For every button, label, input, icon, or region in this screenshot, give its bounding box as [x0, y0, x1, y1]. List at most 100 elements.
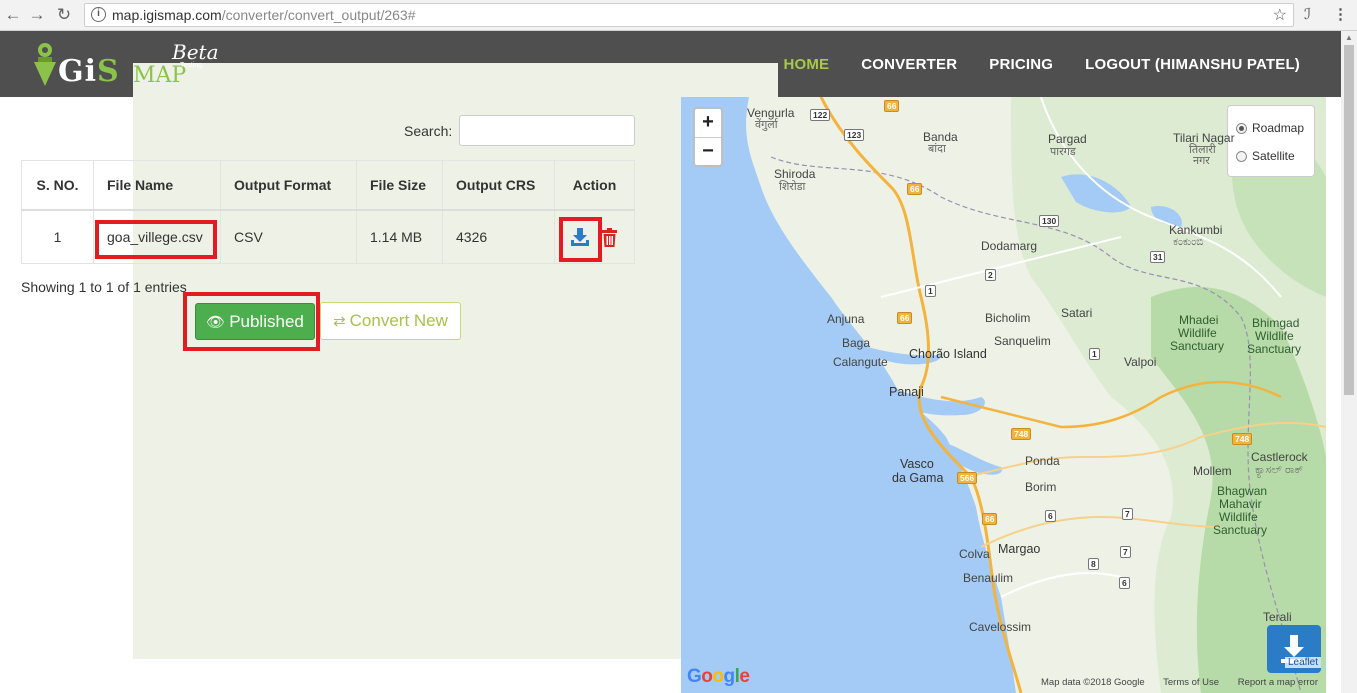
col-file-size[interactable]: File Size: [356, 160, 443, 211]
col-output-crs[interactable]: Output CRS: [442, 160, 555, 211]
road-shield: 8: [1088, 558, 1099, 570]
layer-roadmap[interactable]: Roadmap: [1236, 114, 1314, 142]
col-output-format[interactable]: Output Format: [220, 160, 357, 211]
road-shield: 748: [1011, 428, 1032, 440]
scroll-up-icon[interactable]: ▲: [1345, 33, 1353, 42]
convert-new-label: Convert New: [349, 311, 448, 330]
reload-icon[interactable]: ↻: [53, 4, 75, 26]
map-label: ಕಂಕುಂಬಿ: [1173, 236, 1204, 248]
radio-satellite[interactable]: [1236, 150, 1247, 162]
road-shield: 66: [897, 312, 913, 324]
radio-roadmap[interactable]: [1236, 122, 1247, 134]
igismap-logo[interactable]: GiS MAP Beta Testing: [30, 38, 778, 659]
map-label: वेंगुर्ला: [755, 119, 778, 131]
road-shield: 66: [884, 100, 900, 112]
map-label: Dodamarg: [981, 239, 1038, 253]
download-icon[interactable]: [569, 226, 591, 248]
col-sno[interactable]: S. NO.: [21, 160, 94, 211]
trash-icon[interactable]: [601, 228, 618, 247]
cell-sno: 1: [21, 209, 94, 264]
road-shield: 123: [844, 129, 865, 141]
map-label: Shiroda: [774, 167, 816, 181]
col-action: Action: [554, 160, 635, 211]
map-label: Ponda: [1025, 454, 1060, 468]
cell-crs: 4326: [442, 209, 555, 264]
map-label: Sanctuary: [1247, 342, 1302, 356]
entries-info: Showing 1 to 1 of 1 entries: [21, 279, 187, 295]
map-label: Sanctuary: [1170, 339, 1225, 353]
map-label: Pargad: [1048, 132, 1087, 146]
map-label: Satari: [1061, 306, 1093, 320]
nav-home[interactable]: HOME: [783, 56, 829, 73]
road-shield: 1: [925, 285, 936, 297]
cell-size: 1.14 MB: [356, 209, 443, 264]
layer-satellite[interactable]: Satellite: [1236, 142, 1314, 170]
scrollbar-thumb[interactable]: [1344, 45, 1354, 395]
google-logo[interactable]: Google: [687, 666, 750, 688]
nav-logout[interactable]: LOGOUT (HIMANSHU PATEL): [1085, 56, 1300, 73]
terms-link[interactable]: Terms of Use: [1163, 677, 1219, 688]
road-shield: 2: [985, 269, 996, 281]
logo-gis-text: GiS: [58, 54, 120, 89]
back-arrow-icon[interactable]: ←: [2, 4, 24, 26]
road-shield: 7: [1122, 508, 1133, 520]
road-shield: 130: [1039, 215, 1060, 227]
published-label: Published: [229, 311, 304, 331]
report-error-link[interactable]: Report a map error: [1238, 677, 1318, 688]
map-label: Calangute: [833, 355, 888, 369]
map-base: [681, 97, 1326, 693]
search-input[interactable]: [459, 115, 635, 146]
browser-toolbar: ← → ↻ i map.igismap.com/converter/conver…: [0, 0, 1357, 31]
search-label: Search:: [404, 123, 453, 139]
main-nav: HOME CONVERTER PRICING LOGOUT (HIMANSHU …: [751, 31, 1300, 97]
map-label: शिरोडा: [779, 181, 806, 193]
map-label: Panaji: [889, 385, 924, 399]
map-view[interactable]: + − Roadmap Satellite Vengurla वेंगुर्ला…: [681, 97, 1326, 693]
address-bar[interactable]: i map.igismap.com/converter/convert_outp…: [84, 3, 1294, 27]
map-label: Cavelossim: [969, 620, 1032, 634]
map-label: Benaulim: [963, 571, 1014, 585]
road-shield: 31: [1150, 251, 1166, 263]
map-label: Colva: [959, 547, 990, 561]
zoom-in-button[interactable]: +: [695, 109, 721, 137]
app-header: GiS MAP Beta Testing HOME CONVERTER PRIC…: [0, 31, 1341, 659]
published-button[interactable]: 👁 Published: [195, 303, 315, 340]
page-scrollbar[interactable]: ▲: [1341, 31, 1357, 693]
map-label: Anjuna: [827, 312, 865, 326]
url-text: map.igismap.com/converter/convert_output…: [112, 7, 416, 23]
convert-new-button[interactable]: ⇄ Convert New: [320, 302, 461, 340]
map-label: Borim: [1025, 480, 1057, 494]
logo-testing-text: Testing: [180, 62, 203, 69]
nav-pricing[interactable]: PRICING: [989, 56, 1053, 73]
map-label: नगर: [1193, 155, 1210, 167]
table-header-row: S. NO. File Name Output Format File Size…: [21, 160, 635, 211]
zoom-control: + −: [693, 107, 723, 167]
nav-converter[interactable]: CONVERTER: [861, 56, 957, 73]
cell-file-name: goa_villege.csv: [93, 209, 221, 264]
map-attribution: Map data ©2018 Google Terms of Use Repor…: [1041, 677, 1326, 688]
map-data-text: Map data ©2018 Google: [1041, 677, 1145, 688]
map-label: da Gama: [892, 471, 944, 485]
col-file-name[interactable]: File Name: [93, 160, 221, 211]
map-label: Bicholim: [985, 311, 1031, 325]
output-table: S. NO. File Name Output Format File Size…: [21, 160, 635, 264]
road-shield: 66: [982, 513, 998, 525]
browser-menu-icon[interactable]: ⋮: [1333, 5, 1348, 23]
road-shield: 6: [1045, 510, 1056, 522]
logo-beta-text: Beta: [172, 40, 219, 64]
exchange-icon: ⇄: [333, 313, 346, 330]
leaflet-link[interactable]: Leaflet: [1285, 657, 1322, 668]
cell-format: CSV: [220, 209, 357, 264]
road-shield: 66: [907, 183, 923, 195]
extension-icon[interactable]: ℐ: [1304, 5, 1311, 23]
forward-arrow-icon[interactable]: →: [26, 4, 48, 26]
map-label: Sanquelim: [994, 334, 1051, 348]
map-label: Margao: [998, 542, 1041, 556]
table-row: 1 goa_villege.csv CSV 1.14 MB 4326: [21, 209, 635, 264]
map-label: ಕ್ಯಾಸಲ್ ರಾಕ್: [1255, 464, 1304, 476]
zoom-out-button[interactable]: −: [695, 137, 721, 165]
road-shield: 6: [1119, 577, 1130, 589]
bookmark-star-icon[interactable]: ☆: [1273, 5, 1287, 25]
map-label: पारगड: [1050, 146, 1076, 158]
info-icon[interactable]: i: [91, 7, 106, 22]
